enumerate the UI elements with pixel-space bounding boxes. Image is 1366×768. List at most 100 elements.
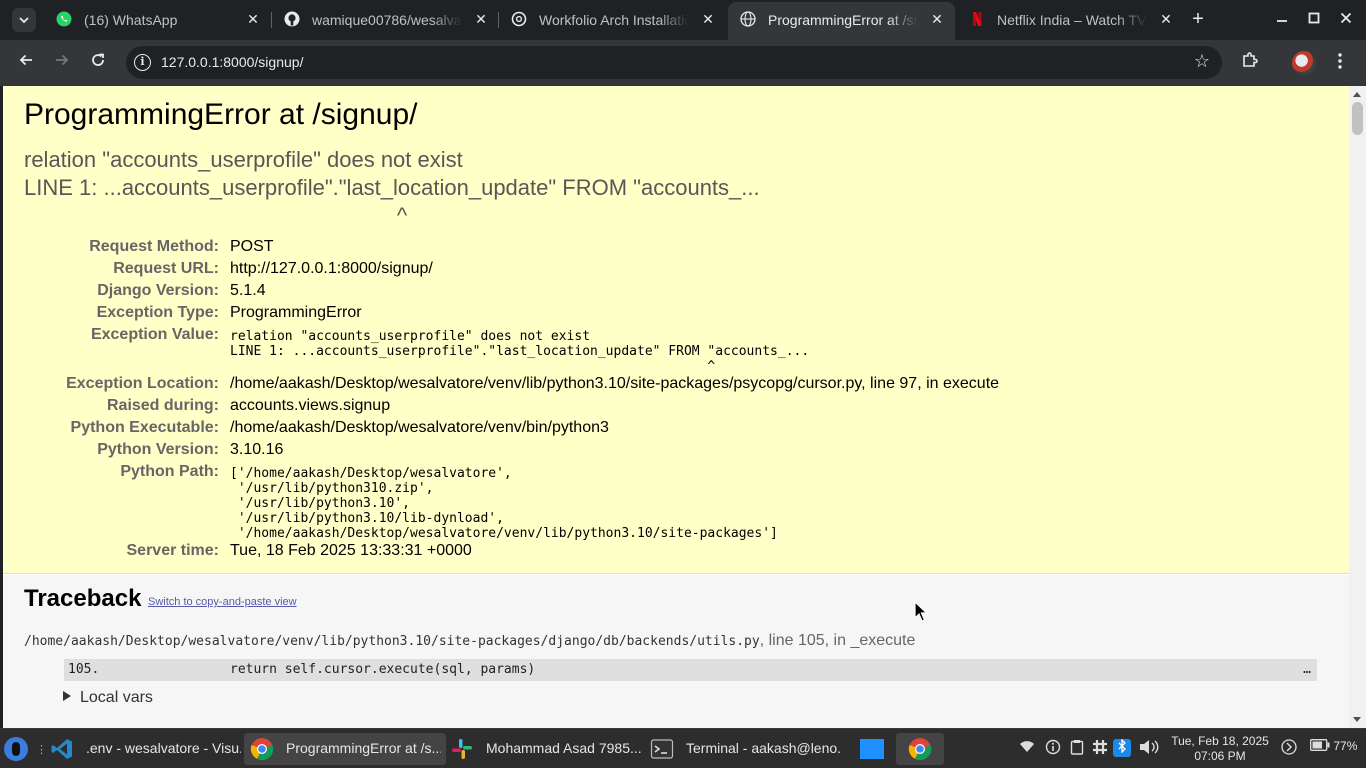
close-icon bbox=[1340, 12, 1352, 24]
meta-key: Exception Type: bbox=[96, 304, 219, 321]
task-vscode[interactable]: .env - wesalvatore - Visu... bbox=[44, 733, 244, 765]
scrollbar-thumb[interactable] bbox=[1352, 102, 1363, 135]
scroll-down-arrow-icon[interactable] bbox=[1353, 717, 1361, 722]
minimize-icon bbox=[1277, 20, 1287, 22]
kebab-menu-icon bbox=[1338, 53, 1342, 69]
exception-message: relation "accounts_userprofile" does not… bbox=[24, 147, 760, 228]
arrow-right-icon bbox=[56, 54, 69, 66]
clock-date: Tue, Feb 18, 2025 bbox=[1171, 734, 1269, 748]
tab-programming-error[interactable]: ProgrammingError at /signup/ ✕ bbox=[728, 2, 955, 40]
task-slack[interactable]: Mohammad Asad 7985... bbox=[444, 733, 644, 765]
task-label: ProgrammingError at /s... bbox=[286, 740, 441, 756]
wifi-icon[interactable] bbox=[1018, 739, 1036, 757]
switch-view-link[interactable]: Switch to copy-and-paste view bbox=[148, 596, 297, 608]
scroll-up-arrow-icon[interactable] bbox=[1353, 92, 1361, 97]
site-info-icon[interactable]: i bbox=[134, 54, 151, 71]
meta-key: Django Version: bbox=[97, 282, 219, 299]
local-vars-toggle[interactable]: Local vars bbox=[63, 689, 153, 707]
meta-value-exception: relation "accounts_userprofile" does not… bbox=[230, 329, 810, 374]
tab-close-icon[interactable]: ✕ bbox=[245, 11, 261, 27]
openai-icon bbox=[511, 11, 527, 27]
expand-context-icon[interactable]: … bbox=[1303, 659, 1311, 681]
meta-key: Request URL: bbox=[113, 260, 219, 277]
clipboard-icon[interactable] bbox=[1068, 739, 1086, 757]
system-clock[interactable]: Tue, Feb 18, 2025 07:06 PM bbox=[1166, 734, 1274, 764]
tab-close-icon[interactable]: ✕ bbox=[473, 11, 489, 27]
meta-key: Exception Location: bbox=[66, 375, 219, 392]
chrome-icon bbox=[908, 738, 932, 761]
meta-value-python-path: ['/home/aakash/Desktop/wesalvatore', '/u… bbox=[230, 466, 778, 541]
globe-icon bbox=[740, 11, 756, 27]
info-icon[interactable] bbox=[1044, 739, 1062, 757]
whatsapp-icon bbox=[56, 11, 72, 27]
tab-close-icon[interactable]: ✕ bbox=[929, 11, 945, 27]
error-summary: ProgrammingError at /signup/ relation "a… bbox=[3, 86, 1349, 574]
workspace-preview-icon bbox=[860, 739, 884, 759]
reload-button[interactable] bbox=[86, 51, 110, 75]
meta-key: Raised during: bbox=[106, 397, 219, 414]
battery-icon bbox=[1310, 739, 1330, 751]
task-terminal[interactable]: Terminal - aakash@leno... bbox=[644, 733, 844, 765]
tab-title: wamique00786/wesalvatore bbox=[312, 12, 462, 28]
tab-search-button[interactable] bbox=[12, 8, 36, 32]
bookmark-star-icon[interactable]: ☆ bbox=[1194, 51, 1210, 72]
reload-icon bbox=[92, 53, 104, 66]
minimize-button[interactable] bbox=[1270, 8, 1294, 32]
address-bar[interactable]: i 127.0.0.1:8000/signup/ ☆ bbox=[126, 46, 1222, 79]
bluetooth-icon[interactable] bbox=[1113, 738, 1131, 757]
meta-value: http://127.0.0.1:8000/signup/ bbox=[230, 260, 433, 277]
disclosure-triangle-icon bbox=[63, 691, 71, 701]
tab-strip: (16) WhatsApp ✕ wamique00786/wesalvatore… bbox=[0, 0, 1366, 40]
line-number: 105. bbox=[68, 662, 100, 677]
meta-value: /home/aakash/Desktop/wesalvatore/venv/li… bbox=[230, 375, 1000, 392]
tab-close-icon[interactable]: ✕ bbox=[1158, 11, 1174, 27]
tab-title: Netflix India – Watch TV Shows bbox=[997, 12, 1147, 28]
maximize-icon bbox=[1308, 12, 1320, 24]
new-tab-button[interactable]: + bbox=[1187, 9, 1209, 31]
page-viewport: ProgrammingError at /signup/ relation "a… bbox=[0, 86, 1366, 728]
netflix-icon bbox=[973, 12, 982, 26]
start-menu-button[interactable] bbox=[4, 737, 28, 761]
battery-indicator[interactable]: 77% bbox=[1310, 739, 1357, 753]
tab-netflix[interactable]: Netflix India – Watch TV Shows ✕ bbox=[957, 0, 1184, 40]
frame-info: , line 105, in _execute bbox=[759, 632, 916, 649]
page-title: ProgrammingError at /signup/ bbox=[24, 98, 418, 131]
task-chrome-error[interactable]: ProgrammingError at /s... bbox=[244, 733, 446, 765]
chrome-menu-button[interactable] bbox=[1330, 51, 1350, 75]
forward-button[interactable] bbox=[50, 51, 74, 75]
cursor-arrow-icon bbox=[914, 600, 928, 622]
meta-key: Request Method: bbox=[89, 238, 219, 255]
workspace-2[interactable] bbox=[896, 733, 944, 765]
volume-icon[interactable] bbox=[1138, 739, 1162, 757]
local-vars-label: Local vars bbox=[80, 689, 153, 706]
profile-avatar[interactable] bbox=[1292, 51, 1316, 75]
extensions-button[interactable] bbox=[1238, 51, 1262, 75]
maximize-button[interactable] bbox=[1302, 8, 1326, 32]
tab-github[interactable]: wamique00786/wesalvatore ✕ bbox=[272, 0, 499, 40]
browser-toolbar: i 127.0.0.1:8000/signup/ ☆ bbox=[0, 40, 1366, 86]
slack-tray-icon[interactable] bbox=[1091, 739, 1109, 757]
page-scrollbar[interactable] bbox=[1349, 86, 1366, 728]
traceback-section: Traceback Switch to copy-and-paste view … bbox=[3, 575, 1349, 728]
context-line[interactable]: 105. return self.cursor.execute(sql, par… bbox=[64, 659, 1317, 681]
os-taskbar: ⋮ .env - wesalvatore - Visu... Programmi… bbox=[0, 728, 1366, 768]
task-label: Mohammad Asad 7985... bbox=[486, 740, 641, 756]
code-line: return self.cursor.execute(sql, params) bbox=[230, 662, 536, 677]
workspace-1[interactable] bbox=[848, 733, 896, 765]
tab-whatsapp[interactable]: (16) WhatsApp ✕ bbox=[44, 0, 271, 40]
tab-close-icon[interactable]: ✕ bbox=[700, 11, 716, 27]
next-arrow-icon[interactable] bbox=[1280, 739, 1298, 757]
back-button[interactable] bbox=[14, 51, 38, 75]
meta-key: Python Path: bbox=[120, 463, 219, 480]
tab-title: (16) WhatsApp bbox=[84, 12, 178, 28]
url-text[interactable]: 127.0.0.1:8000/signup/ bbox=[161, 54, 303, 70]
puzzle-icon bbox=[1243, 52, 1258, 67]
meta-key: Server time: bbox=[126, 542, 220, 559]
meta-value: /home/aakash/Desktop/wesalvatore/venv/bi… bbox=[230, 419, 609, 436]
chrome-icon bbox=[250, 738, 274, 761]
close-window-button[interactable] bbox=[1334, 8, 1358, 32]
meta-value: ProgrammingError bbox=[230, 304, 362, 321]
tab-workfolio[interactable]: Workfolio Arch Installation ✕ bbox=[499, 0, 726, 40]
meta-value: 3.10.16 bbox=[230, 441, 284, 458]
meta-key: Python Executable: bbox=[70, 419, 219, 436]
